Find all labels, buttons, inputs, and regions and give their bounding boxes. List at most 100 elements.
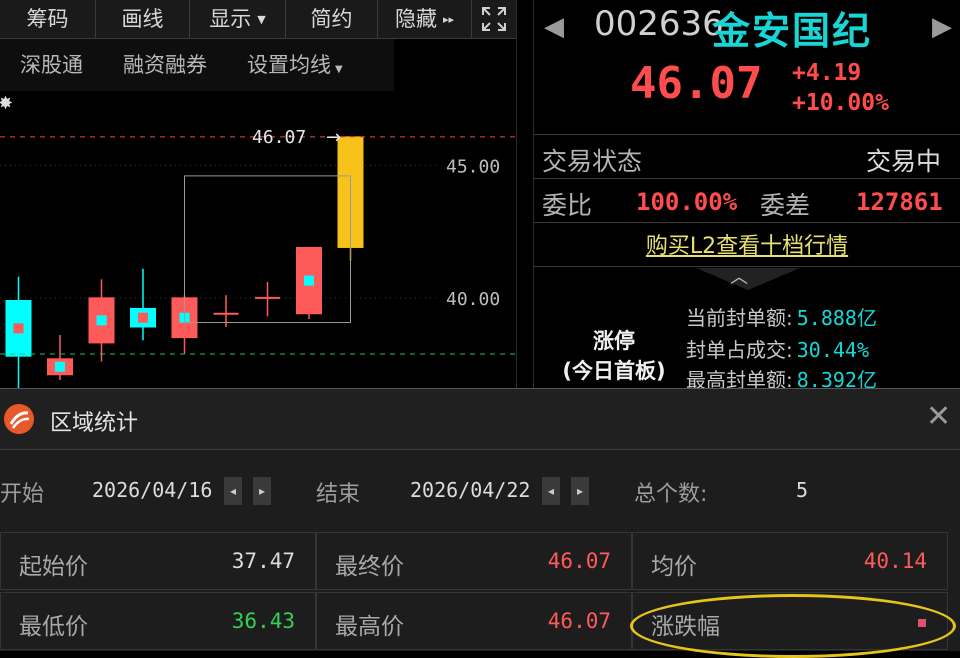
seal-value: 5.888亿	[796, 306, 877, 330]
divider	[534, 134, 960, 135]
hide-button[interactable]: 隐藏 ▸▸	[378, 0, 472, 38]
change-percent: +10.00%	[792, 90, 889, 116]
stat-label: 最低价	[19, 614, 88, 640]
trade-status-value: 交易中	[866, 147, 942, 176]
simple-button[interactable]: 简约	[286, 0, 378, 38]
next-stock-icon[interactable]: ▶	[932, 12, 952, 42]
color-marker	[918, 619, 926, 627]
stat-label: 最终价	[335, 554, 404, 580]
divider	[534, 222, 960, 223]
start-date-prev-button[interactable]: ◂	[224, 477, 242, 505]
candlestick-chart[interactable]: 45.00 40.00 46.07 → ✸	[0, 91, 516, 388]
weibi-label: 委比	[542, 191, 593, 220]
chart-subtabs: 深股通 融资融券 设置均线 ▼	[0, 39, 394, 91]
chevron-up-icon[interactable]: ︿	[730, 263, 748, 289]
end-label: 结束	[316, 482, 361, 507]
chevron-down-icon: ▼	[257, 13, 266, 26]
svg-text:✸: ✸	[0, 93, 13, 114]
stat-cell-final-price: 最终价 46.07	[316, 532, 632, 590]
draw-line-label: 画线	[121, 7, 164, 31]
start-date-next-button[interactable]: ▸	[253, 477, 271, 505]
first-board-label: (今日首板)	[562, 359, 666, 383]
seal-value: 30.44%	[796, 338, 869, 362]
fullscreen-button[interactable]	[472, 0, 516, 38]
end-date-prev-button[interactable]: ◂	[542, 477, 560, 505]
close-icon[interactable]: ✕	[926, 399, 951, 434]
chart-overlay: 46.07 →	[0, 127, 516, 355]
display-dropdown[interactable]: 显示 ▼	[190, 0, 286, 38]
stat-cell-low-price: 最低价 36.43	[0, 592, 316, 650]
highlight-annotation	[630, 594, 956, 658]
fullscreen-icon	[482, 7, 506, 31]
weicha-label: 委差	[760, 191, 811, 220]
seal-row-ratio: 封单占成交: 30.44%	[686, 334, 869, 363]
dialog-header[interactable]: 区域统计 ✕	[0, 389, 960, 450]
candle-marker	[304, 275, 314, 286]
limit-price-label: 46.07	[252, 127, 306, 148]
chips-label: 筹码	[26, 7, 69, 31]
date-range-row: 开始 2026/04/16 ◂ ▸ 结束 2026/04/22 ◂ ▸ 总个数:…	[0, 450, 960, 532]
tab-shenzhen-connect[interactable]: 深股通	[0, 39, 103, 91]
simple-label: 简约	[310, 7, 353, 31]
weibi-value: 100.00%	[636, 188, 738, 216]
seal-row-current: 当前封单额: 5.888亿	[686, 302, 877, 331]
chart-star-marker: ✸	[0, 93, 13, 114]
chips-button[interactable]: 筹码	[0, 0, 96, 38]
panel-splitter[interactable]	[516, 0, 534, 388]
last-price: 46.07	[630, 58, 763, 109]
y-tick-label: 45.00	[446, 156, 500, 177]
trade-status-label: 交易状态	[542, 147, 643, 176]
seal-value: 8.392亿	[796, 368, 877, 388]
seal-label: 最高封单额:	[686, 368, 793, 388]
quote-panel: ◀ ▶ 002636 金安国纪 46.07 +4.19 +10.00% 交易状态…	[534, 0, 960, 388]
stat-value: 46.07	[547, 549, 611, 573]
end-date-field[interactable]: 2026/04/22	[410, 478, 530, 502]
stock-name: 金安国纪	[712, 9, 873, 53]
stat-label: 均价	[651, 554, 697, 580]
candle-marker	[96, 315, 107, 326]
stat-value: 46.07	[547, 609, 611, 633]
chevron-down-icon: ▼	[335, 64, 343, 75]
prev-stock-icon[interactable]: ◀	[544, 12, 564, 42]
candle-marker	[138, 312, 148, 323]
count-label: 总个数:	[634, 482, 708, 507]
buy-l2-link[interactable]: 购买L2查看十档行情	[534, 228, 960, 260]
double-arrow-right-icon: ▸▸	[442, 13, 455, 26]
limit-up-label: 涨停	[593, 329, 635, 353]
stat-value: 40.14	[863, 549, 927, 573]
seal-label: 当前封单额:	[686, 306, 793, 330]
stat-label: 起始价	[19, 554, 88, 580]
chart-grid: 45.00 40.00	[0, 156, 500, 310]
start-label: 开始	[0, 482, 45, 507]
display-label: 显示	[209, 7, 252, 31]
start-date-field[interactable]: 2026/04/16	[92, 478, 212, 502]
candle-marker	[13, 323, 24, 334]
collapse-tab[interactable]	[696, 268, 800, 290]
seal-row-max: 最高封单额: 8.392亿	[686, 364, 877, 388]
dialog-title: 区域统计	[50, 411, 139, 436]
seal-label: 封单占成交:	[686, 338, 793, 362]
draw-line-button[interactable]: 画线	[96, 0, 190, 38]
tab-shenzhen-connect-label: 深股通	[20, 53, 83, 77]
stock-code: 002636	[594, 4, 724, 44]
y-tick-label: 40.00	[446, 289, 500, 310]
divider	[534, 178, 960, 179]
tab-set-ma-label: 设置均线	[247, 53, 331, 77]
price-change: +4.19 +10.00%	[792, 58, 889, 118]
stat-value: 36.43	[231, 609, 295, 633]
tab-margin-trading-label: 融资融券	[123, 53, 207, 77]
weicha-value: 127861	[856, 188, 943, 216]
stat-cell-avg-price: 均价 40.14	[632, 532, 948, 590]
tab-margin-trading[interactable]: 融资融券	[103, 39, 227, 91]
app-logo-icon	[4, 404, 34, 434]
stat-value: 37.47	[231, 549, 295, 573]
end-date-next-button[interactable]: ▸	[571, 477, 589, 505]
count-value: 5	[796, 478, 809, 502]
limit-up-title: 涨停 (今日首板)	[544, 326, 684, 386]
change-amount: +4.19	[792, 60, 862, 86]
stat-cell-high-price: 最高价 46.07	[316, 592, 632, 650]
chart-toolbar: 筹码 画线 显示 ▼ 简约 隐藏 ▸▸	[0, 0, 516, 39]
tab-set-ma[interactable]: 设置均线 ▼	[227, 39, 363, 91]
hide-label: 隐藏	[394, 7, 437, 31]
candle-marker	[55, 361, 65, 372]
